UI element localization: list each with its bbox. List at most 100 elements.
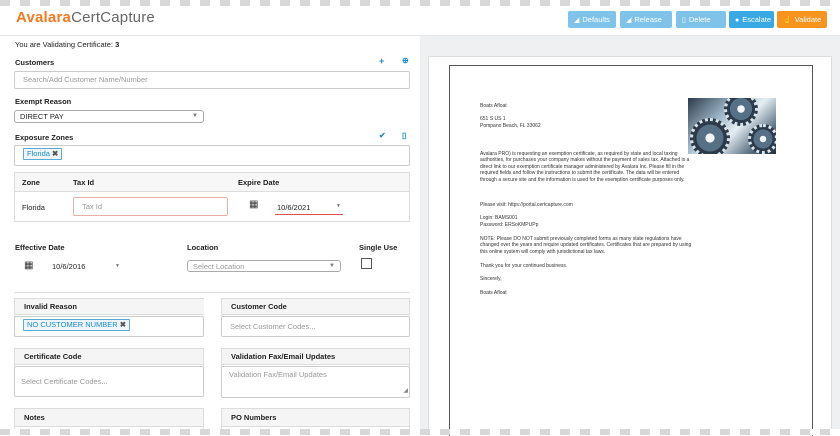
calendar-icon[interactable]: ▦ bbox=[249, 199, 258, 210]
letter-signature: Boats Afloat bbox=[480, 290, 507, 296]
divider bbox=[14, 292, 410, 293]
release-button[interactable]: ◢ Release bbox=[620, 11, 672, 28]
zone-cell: Florida bbox=[22, 203, 45, 212]
effective-date-value: 10/6/2016 bbox=[52, 262, 86, 271]
certificate-code-input[interactable]: Select Certificate Codes... bbox=[14, 366, 204, 397]
customer-code-panel: Customer Code bbox=[221, 298, 410, 316]
letter-address-city: Pompano Beach, FL 33062 bbox=[480, 123, 541, 129]
validation-fax-header: Validation Fax/Email Updates bbox=[222, 349, 409, 365]
effective-date-field[interactable]: 10/6/2016 ▼ bbox=[50, 259, 125, 275]
add-circle-icon[interactable]: ⊕ bbox=[402, 56, 409, 65]
escalate-button[interactable]: ● Escalate bbox=[729, 11, 774, 28]
tax-id-placeholder: Tax Id bbox=[82, 202, 103, 211]
check-edit-icon[interactable]: ✔ bbox=[379, 131, 386, 140]
po-numbers-header: PO Numbers bbox=[222, 409, 409, 427]
location-label: Location bbox=[187, 243, 219, 252]
resize-handle-icon[interactable]: ◢ bbox=[403, 385, 408, 397]
certificate-code-placeholder: Select Certificate Codes... bbox=[21, 377, 108, 386]
letter-note: NOTE: Please DO NOT submit previously co… bbox=[480, 236, 692, 255]
location-select[interactable]: Select Location ▼ bbox=[187, 260, 341, 272]
validate-label: Validate bbox=[794, 15, 822, 24]
letter-thanks: Thank you for your continued business. bbox=[480, 263, 568, 269]
customer-search-input[interactable]: Search/Add Customer Name/Number bbox=[14, 71, 410, 89]
gears-image bbox=[688, 98, 776, 154]
invalid-reason-tag-label: NO CUSTOMER NUMBER bbox=[27, 320, 118, 329]
trash-icon[interactable]: ▯ bbox=[402, 131, 406, 140]
info-icon: ● bbox=[735, 17, 740, 24]
app-logo: AvalaraCertCapture bbox=[16, 9, 155, 27]
defaults-label: Defaults bbox=[582, 15, 610, 24]
letter-login: Login: BAMS001 bbox=[480, 215, 518, 221]
exempt-reason-value: DIRECT PAY bbox=[20, 112, 64, 121]
gear-shape bbox=[748, 124, 776, 154]
effective-date-label: Effective Date bbox=[15, 243, 65, 252]
column-expire-date: Expire Date bbox=[238, 178, 280, 187]
send-icon: ◢ bbox=[626, 17, 632, 24]
trash-icon: ▯ bbox=[682, 17, 686, 24]
remove-tag-icon[interactable]: ✖ bbox=[120, 320, 126, 329]
escalate-label: Escalate bbox=[742, 15, 772, 24]
zone-tag-florida[interactable]: Florida ✖ bbox=[23, 148, 63, 160]
column-zone: Zone bbox=[22, 178, 40, 187]
expire-date-field[interactable]: 10/6/2021 ▼ bbox=[275, 198, 343, 215]
exposure-zone-table: Zone Tax Id Expire Date Florida Tax Id ▦… bbox=[14, 172, 410, 222]
letter-visit: Please visit: https://portal.certcapture… bbox=[480, 202, 573, 208]
bottom-torn-edge bbox=[0, 429, 840, 435]
letter-address-street: 651 S US 1 bbox=[480, 116, 506, 122]
document-viewer[interactable]: Boats Afloat 651 S US 1 Pompano Beach, F… bbox=[428, 56, 832, 436]
validating-label: You are Validating Certificate: bbox=[15, 40, 113, 49]
customer-search-placeholder: Search/Add Customer Name/Number bbox=[23, 75, 148, 84]
invalid-reason-input[interactable]: NO CUSTOMER NUMBER ✖ bbox=[14, 316, 204, 337]
calendar-icon[interactable]: ▦ bbox=[24, 260, 33, 271]
caret-down-icon: ▼ bbox=[336, 203, 341, 209]
add-customer-icon[interactable]: + bbox=[379, 56, 384, 66]
customer-code-input[interactable]: Select Customer Codes... bbox=[221, 316, 410, 337]
logo-product: CertCapture bbox=[71, 9, 155, 26]
send-icon: ◢ bbox=[574, 17, 580, 24]
document-preview-pane: Boats Afloat 651 S US 1 Pompano Beach, F… bbox=[420, 36, 840, 436]
invalid-reason-header: Invalid Reason bbox=[15, 299, 204, 315]
delete-button[interactable]: ▯ Delete bbox=[676, 11, 726, 28]
location-placeholder: Select Location bbox=[193, 262, 245, 271]
defaults-button[interactable]: ◢ Defaults bbox=[568, 11, 616, 28]
validating-message: You are Validating Certificate: 3 bbox=[15, 40, 119, 49]
letter-sincerely: Sincerely, bbox=[480, 276, 502, 282]
customers-label: Customers bbox=[15, 58, 55, 67]
logo-brand: Avalara bbox=[16, 9, 72, 26]
top-torn-edge bbox=[0, 0, 840, 6]
caret-down-icon: ▼ bbox=[192, 113, 198, 119]
zone-tag-label: Florida bbox=[27, 149, 50, 158]
certificate-code-header: Certificate Code bbox=[15, 349, 203, 365]
remove-tag-icon[interactable]: ✖ bbox=[52, 149, 58, 158]
letter-body: Avalara PRO) is requesting an exemption … bbox=[480, 151, 690, 183]
certificate-letter: Boats Afloat 651 S US 1 Pompano Beach, F… bbox=[449, 65, 813, 436]
caret-down-icon: ▼ bbox=[115, 263, 120, 269]
exposure-zones-label: Exposure Zones bbox=[15, 133, 74, 142]
customer-code-header: Customer Code bbox=[222, 299, 409, 315]
release-label: Release bbox=[634, 15, 662, 24]
delete-label: Delete bbox=[688, 15, 711, 24]
tax-id-input[interactable]: Tax Id bbox=[73, 197, 228, 216]
validate-button[interactable]: ☝ Validate bbox=[777, 11, 827, 28]
invalid-reason-tag[interactable]: NO CUSTOMER NUMBER ✖ bbox=[23, 319, 130, 331]
caret-down-icon: ▼ bbox=[329, 263, 335, 269]
validation-fax-placeholder: Validation Fax/Email Updates bbox=[229, 370, 327, 379]
letter-address-name: Boats Afloat bbox=[480, 103, 507, 109]
thumbs-up-icon: ☝ bbox=[783, 17, 792, 24]
certificate-number: 3 bbox=[115, 40, 120, 49]
expire-date-value: 10/6/2021 bbox=[277, 203, 311, 212]
exempt-reason-label: Exempt Reason bbox=[15, 97, 72, 106]
exposure-zones-input[interactable]: Florida ✖ bbox=[14, 145, 410, 166]
validation-fax-textarea[interactable]: Validation Fax/Email Updates ◢ bbox=[221, 366, 410, 398]
letter-password: Password: ERSoKMPUPp bbox=[480, 222, 539, 228]
column-tax-id: Tax Id bbox=[73, 178, 95, 187]
notes-header: Notes bbox=[15, 409, 203, 427]
certificate-code-panel: Certificate Code bbox=[14, 348, 204, 366]
gear-shape bbox=[724, 98, 758, 126]
exempt-reason-select[interactable]: DIRECT PAY ▼ bbox=[14, 110, 204, 123]
validation-fax-panel: Validation Fax/Email Updates bbox=[221, 348, 410, 366]
single-use-label: Single Use bbox=[359, 243, 398, 252]
gear-shape bbox=[690, 118, 730, 154]
customer-code-placeholder: Select Customer Codes... bbox=[230, 322, 316, 331]
single-use-checkbox[interactable] bbox=[361, 258, 372, 269]
